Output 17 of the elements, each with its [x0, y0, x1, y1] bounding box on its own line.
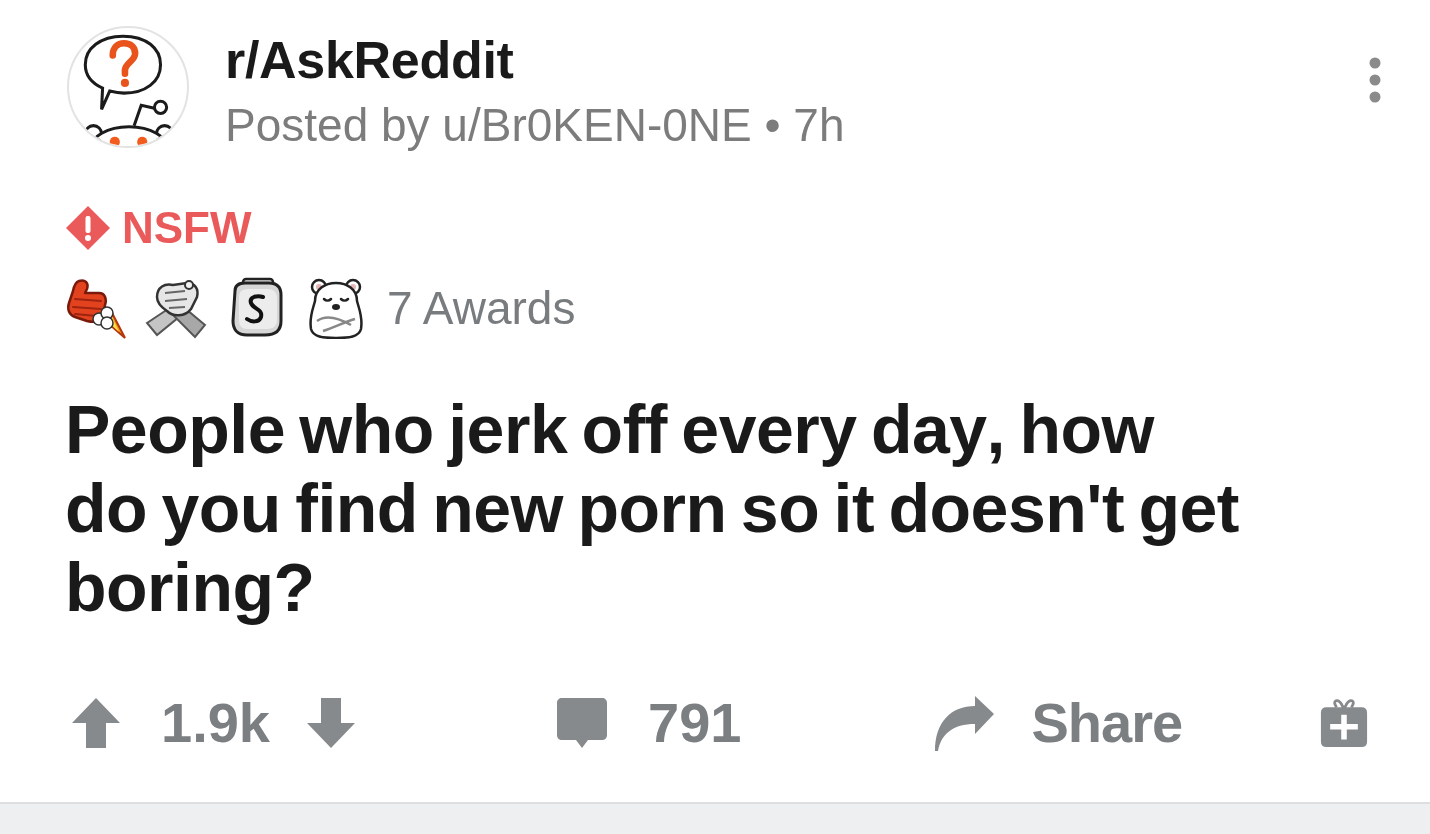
- subreddit-avatar-icon[interactable]: [67, 26, 189, 148]
- share-arrow-icon: [933, 694, 996, 752]
- post-title: People who jerk off every day, how do you find new porn so it doesn't get boring?: [65, 390, 1240, 627]
- flying-fist-icon: [65, 277, 127, 339]
- arm-wrestling-icon: [145, 277, 207, 339]
- share-button[interactable]: Share: [933, 692, 1183, 754]
- gift-icon[interactable]: [1320, 696, 1368, 750]
- vote-score: 1.9k: [161, 692, 270, 754]
- post-byline: Posted by u/Br0KEN-0NE • 7h: [225, 98, 845, 152]
- warning-icon: [65, 205, 111, 251]
- upvote-icon[interactable]: [71, 697, 121, 749]
- comment-count: 791: [648, 692, 742, 754]
- downvote-icon[interactable]: [306, 697, 356, 749]
- nsfw-tag: NSFW: [122, 203, 252, 253]
- comment-icon[interactable]: [556, 697, 608, 749]
- awards-count[interactable]: 7 Awards: [387, 281, 576, 335]
- subreddit-link[interactable]: r/AskReddit: [225, 29, 514, 91]
